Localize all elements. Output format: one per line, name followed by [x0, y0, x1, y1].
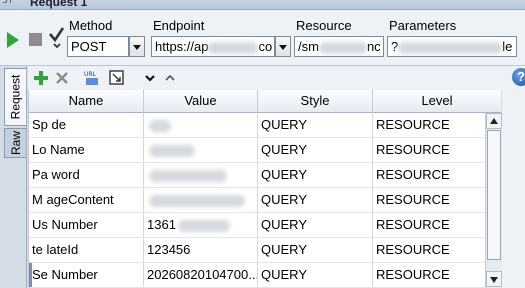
parameters-value: ? [391, 39, 399, 54]
cell-style[interactable]: QUERY [258, 163, 373, 187]
stop-icon[interactable] [29, 33, 42, 46]
redacted-blur [398, 41, 503, 54]
add-icon[interactable] [32, 69, 50, 87]
table-row[interactable]: Lo Name QUERY RESOURCE [29, 138, 501, 163]
cell-name[interactable]: Us Number [29, 213, 144, 237]
parameters-toolbar: URL ? [28, 66, 525, 90]
tab-request-label: Request [8, 74, 23, 120]
redacted-blur [318, 41, 367, 54]
cell-style[interactable]: QUERY [258, 138, 373, 162]
cell-name[interactable]: Lo Name [29, 138, 144, 162]
cell-level[interactable]: RESOURCE [373, 138, 501, 162]
vertical-tab-strip: Request Raw [0, 66, 27, 288]
help-icon[interactable]: ? [512, 68, 525, 86]
cell-style[interactable]: QUERY [258, 213, 373, 237]
cell-level[interactable]: RESOURCE [373, 213, 501, 237]
parameters-table: Name Value Style Level Sp de QUERY RESOU… [28, 90, 501, 288]
cell-level[interactable]: RESOURCE [373, 113, 501, 137]
endpoint-value: https://ap [155, 39, 209, 54]
cell-value[interactable]: 1361 [144, 213, 258, 237]
move-up-icon[interactable] [161, 69, 179, 87]
check-icon[interactable] [48, 26, 66, 48]
column-header-name[interactable]: Name [29, 90, 144, 113]
parameters-value-suffix: le [502, 39, 513, 54]
cell-value[interactable] [144, 163, 258, 187]
cell-value[interactable]: 20260820104700... [144, 263, 258, 287]
scroll-down-arrow-icon[interactable] [486, 271, 502, 287]
cell-style[interactable]: QUERY [258, 238, 373, 262]
column-header-value[interactable]: Value [144, 90, 258, 113]
endpoint-dropdown-button[interactable] [275, 36, 291, 57]
table-row[interactable]: M ageContent QUERY RESOURCE [29, 188, 501, 213]
play-icon[interactable] [7, 32, 19, 48]
cell-level[interactable]: RESOURCE [373, 163, 501, 187]
row-marker [29, 263, 32, 287]
redacted-blur [149, 144, 195, 157]
parameters-field[interactable]: ? le [387, 36, 517, 57]
resource-value-suffix: nc [366, 39, 381, 54]
table-row[interactable]: Sp de QUERY RESOURCE [29, 113, 501, 138]
cell-name[interactable]: te lateId [29, 238, 144, 262]
scroll-up-arrow-icon[interactable] [486, 113, 502, 129]
redacted-blur [208, 41, 259, 54]
redacted-blur [177, 219, 230, 232]
resource-value: /sm [298, 39, 319, 54]
cell-value[interactable] [144, 188, 258, 212]
tab-request[interactable]: Request [4, 68, 26, 126]
request-header-bar: Method POST Endpoint https://ap co Resour… [0, 10, 525, 66]
url-encode-icon[interactable]: URL [83, 69, 101, 87]
endpoint-field[interactable]: https://ap co [151, 36, 275, 57]
endpoint-value-suffix: co [258, 39, 273, 54]
right-panel-edge [502, 90, 525, 288]
cell-style[interactable]: QUERY [258, 263, 373, 287]
cell-value[interactable] [144, 138, 258, 162]
parameters-label: Parameters [389, 18, 457, 33]
resource-label: Resource [296, 18, 352, 33]
window-title-bar: ST Request 1 [0, 0, 525, 10]
method-select[interactable]: POST [67, 36, 129, 57]
scrollbar-thumb[interactable] [487, 130, 501, 260]
resource-field[interactable]: /sm nc [294, 36, 384, 57]
tab-raw[interactable]: Raw [4, 128, 26, 158]
cell-value[interactable] [144, 113, 258, 137]
table-row[interactable]: te lateId 123456 QUERY RESOURCE [29, 238, 501, 263]
table-header: Name Value Style Level [29, 90, 501, 113]
fullscreen-icon[interactable] [108, 69, 126, 87]
cell-name[interactable]: Pa word [29, 163, 144, 187]
remove-icon[interactable] [53, 69, 71, 87]
method-dropdown-button[interactable] [129, 36, 145, 57]
column-header-level[interactable]: Level [373, 90, 501, 113]
window-title: Request 1 [30, 0, 88, 9]
cell-name[interactable]: Sp de [29, 113, 144, 137]
endpoint-label: Endpoint [153, 18, 205, 33]
table-row[interactable]: Pa word QUERY RESOURCE [29, 163, 501, 188]
cell-value-text: 1361 [147, 217, 176, 232]
redacted-blur [149, 194, 245, 207]
cell-name[interactable]: Se Number [29, 263, 144, 287]
method-value: POST [71, 39, 107, 54]
tab-raw-label: Raw [8, 130, 23, 156]
cell-name[interactable]: M ageContent [29, 188, 144, 212]
table-scrollbar[interactable] [485, 113, 502, 288]
method-label: Method [69, 18, 113, 33]
cell-level[interactable]: RESOURCE [373, 188, 501, 212]
column-header-style[interactable]: Style [258, 90, 373, 113]
redacted-blur [149, 119, 171, 132]
cell-style[interactable]: QUERY [258, 113, 373, 137]
table-row[interactable]: Se Number 20260820104700... QUERY RESOUR… [29, 263, 501, 288]
cell-value[interactable]: 123456 [144, 238, 258, 262]
window-st-label: ST [2, 0, 14, 6]
redacted-blur [149, 169, 227, 182]
cell-style[interactable]: QUERY [258, 188, 373, 212]
svg-text:URL: URL [84, 71, 97, 78]
cell-level[interactable]: RESOURCE [373, 263, 501, 287]
table-row[interactable]: Us Number 1361 QUERY RESOURCE [29, 213, 501, 238]
move-down-icon[interactable] [141, 69, 159, 87]
cell-level[interactable]: RESOURCE [373, 238, 501, 262]
